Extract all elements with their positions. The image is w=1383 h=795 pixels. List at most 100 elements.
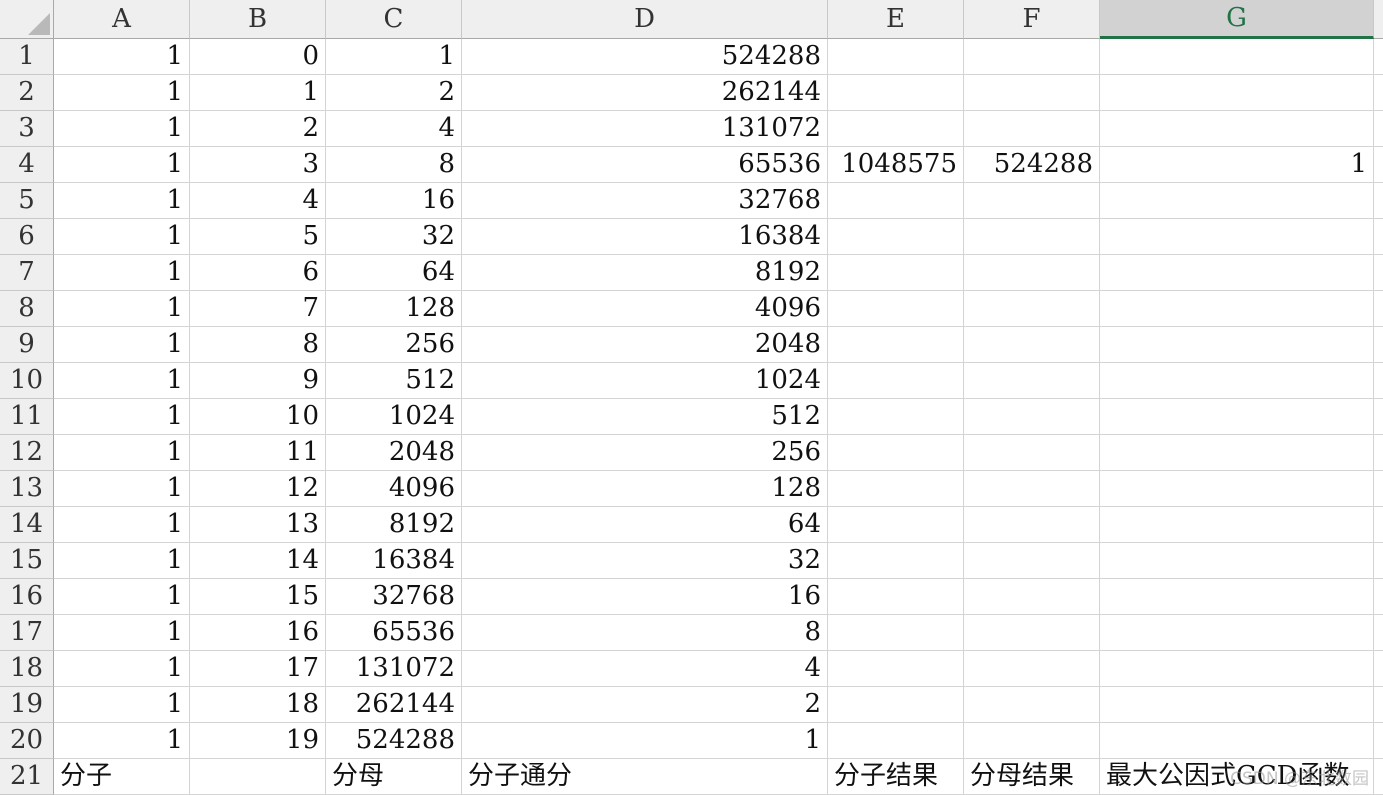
cell-g15[interactable]	[1100, 543, 1374, 579]
row-header[interactable]: 9	[0, 327, 54, 363]
cell-a19[interactable]: 1	[54, 687, 190, 723]
cell-g14[interactable]	[1100, 507, 1374, 543]
cell-e5[interactable]	[828, 183, 964, 219]
column-header-b[interactable]: B	[190, 0, 326, 39]
cell-e6[interactable]	[828, 219, 964, 255]
cell-b14[interactable]: 13	[190, 507, 326, 543]
cell-a13[interactable]: 1	[54, 471, 190, 507]
cell-b20[interactable]: 19	[190, 723, 326, 759]
cell-a15[interactable]: 1	[54, 543, 190, 579]
cell-c18[interactable]: 131072	[326, 651, 462, 687]
cell-a11[interactable]: 1	[54, 399, 190, 435]
column-header-g[interactable]: G	[1100, 0, 1374, 39]
cell-a21[interactable]: 分子	[54, 759, 190, 795]
cell-d17[interactable]: 8	[462, 615, 828, 651]
cell-b12[interactable]: 11	[190, 435, 326, 471]
cell-e21[interactable]: 分子结果	[828, 759, 964, 795]
cell-d21[interactable]: 分子通分	[462, 759, 828, 795]
row-header[interactable]: 2	[0, 75, 54, 111]
cell-g12[interactable]	[1100, 435, 1374, 471]
row-header[interactable]: 20	[0, 723, 54, 759]
row-header[interactable]: 3	[0, 111, 54, 147]
cell-c1[interactable]: 1	[326, 39, 462, 75]
cell-g4[interactable]: 1	[1100, 147, 1374, 183]
cell-d19[interactable]: 2	[462, 687, 828, 723]
cell-g6[interactable]	[1100, 219, 1374, 255]
cell-d10[interactable]: 1024	[462, 363, 828, 399]
cell-g13[interactable]	[1100, 471, 1374, 507]
cell-g3[interactable]	[1100, 111, 1374, 147]
select-all-corner[interactable]	[0, 0, 54, 39]
cell-e14[interactable]	[828, 507, 964, 543]
row-header[interactable]: 6	[0, 219, 54, 255]
cell-d6[interactable]: 16384	[462, 219, 828, 255]
column-header-d[interactable]: D	[462, 0, 828, 39]
cell-f8[interactable]	[964, 291, 1100, 327]
cell-g9[interactable]	[1100, 327, 1374, 363]
cell-b17[interactable]: 16	[190, 615, 326, 651]
cell-g20[interactable]	[1100, 723, 1374, 759]
cell-f13[interactable]	[964, 471, 1100, 507]
cell-e10[interactable]	[828, 363, 964, 399]
column-header-e[interactable]: E	[828, 0, 964, 39]
cell-d14[interactable]: 64	[462, 507, 828, 543]
cell-f9[interactable]	[964, 327, 1100, 363]
cell-d1[interactable]: 524288	[462, 39, 828, 75]
row-header[interactable]: 14	[0, 507, 54, 543]
row-header[interactable]: 16	[0, 579, 54, 615]
column-header-c[interactable]: C	[326, 0, 462, 39]
row-header[interactable]: 1	[0, 39, 54, 75]
cell-a8[interactable]: 1	[54, 291, 190, 327]
cell-e8[interactable]	[828, 291, 964, 327]
cell-d13[interactable]: 128	[462, 471, 828, 507]
cell-g10[interactable]	[1100, 363, 1374, 399]
cell-b8[interactable]: 7	[190, 291, 326, 327]
cell-g5[interactable]	[1100, 183, 1374, 219]
cell-b7[interactable]: 6	[190, 255, 326, 291]
cell-a1[interactable]: 1	[54, 39, 190, 75]
cell-c10[interactable]: 512	[326, 363, 462, 399]
row-header[interactable]: 7	[0, 255, 54, 291]
cell-a18[interactable]: 1	[54, 651, 190, 687]
cell-e9[interactable]	[828, 327, 964, 363]
cell-g19[interactable]	[1100, 687, 1374, 723]
row-header[interactable]: 15	[0, 543, 54, 579]
cell-d11[interactable]: 512	[462, 399, 828, 435]
cell-e16[interactable]	[828, 579, 964, 615]
cell-c6[interactable]: 32	[326, 219, 462, 255]
cell-a9[interactable]: 1	[54, 327, 190, 363]
cell-a17[interactable]: 1	[54, 615, 190, 651]
cell-f5[interactable]	[964, 183, 1100, 219]
cell-d4[interactable]: 65536	[462, 147, 828, 183]
cell-b9[interactable]: 8	[190, 327, 326, 363]
row-header[interactable]: 11	[0, 399, 54, 435]
cell-e13[interactable]	[828, 471, 964, 507]
cell-d3[interactable]: 131072	[462, 111, 828, 147]
cell-b11[interactable]: 10	[190, 399, 326, 435]
cell-d16[interactable]: 16	[462, 579, 828, 615]
column-header-a[interactable]: A	[54, 0, 190, 39]
row-header[interactable]: 17	[0, 615, 54, 651]
cell-c3[interactable]: 4	[326, 111, 462, 147]
cell-d20[interactable]: 1	[462, 723, 828, 759]
row-header[interactable]: 5	[0, 183, 54, 219]
cell-f1[interactable]	[964, 39, 1100, 75]
cell-c5[interactable]: 16	[326, 183, 462, 219]
cell-c11[interactable]: 1024	[326, 399, 462, 435]
cell-d12[interactable]: 256	[462, 435, 828, 471]
row-header[interactable]: 19	[0, 687, 54, 723]
cell-a16[interactable]: 1	[54, 579, 190, 615]
cell-f14[interactable]	[964, 507, 1100, 543]
cell-c13[interactable]: 4096	[326, 471, 462, 507]
cell-a20[interactable]: 1	[54, 723, 190, 759]
cell-c9[interactable]: 256	[326, 327, 462, 363]
cell-f11[interactable]	[964, 399, 1100, 435]
cell-e12[interactable]	[828, 435, 964, 471]
cell-e4[interactable]: 1048575	[828, 147, 964, 183]
cell-b21[interactable]	[190, 759, 326, 795]
cell-f19[interactable]	[964, 687, 1100, 723]
cell-c19[interactable]: 262144	[326, 687, 462, 723]
cell-b5[interactable]: 4	[190, 183, 326, 219]
cell-f21[interactable]: 分母结果	[964, 759, 1100, 795]
row-header[interactable]: 4	[0, 147, 54, 183]
